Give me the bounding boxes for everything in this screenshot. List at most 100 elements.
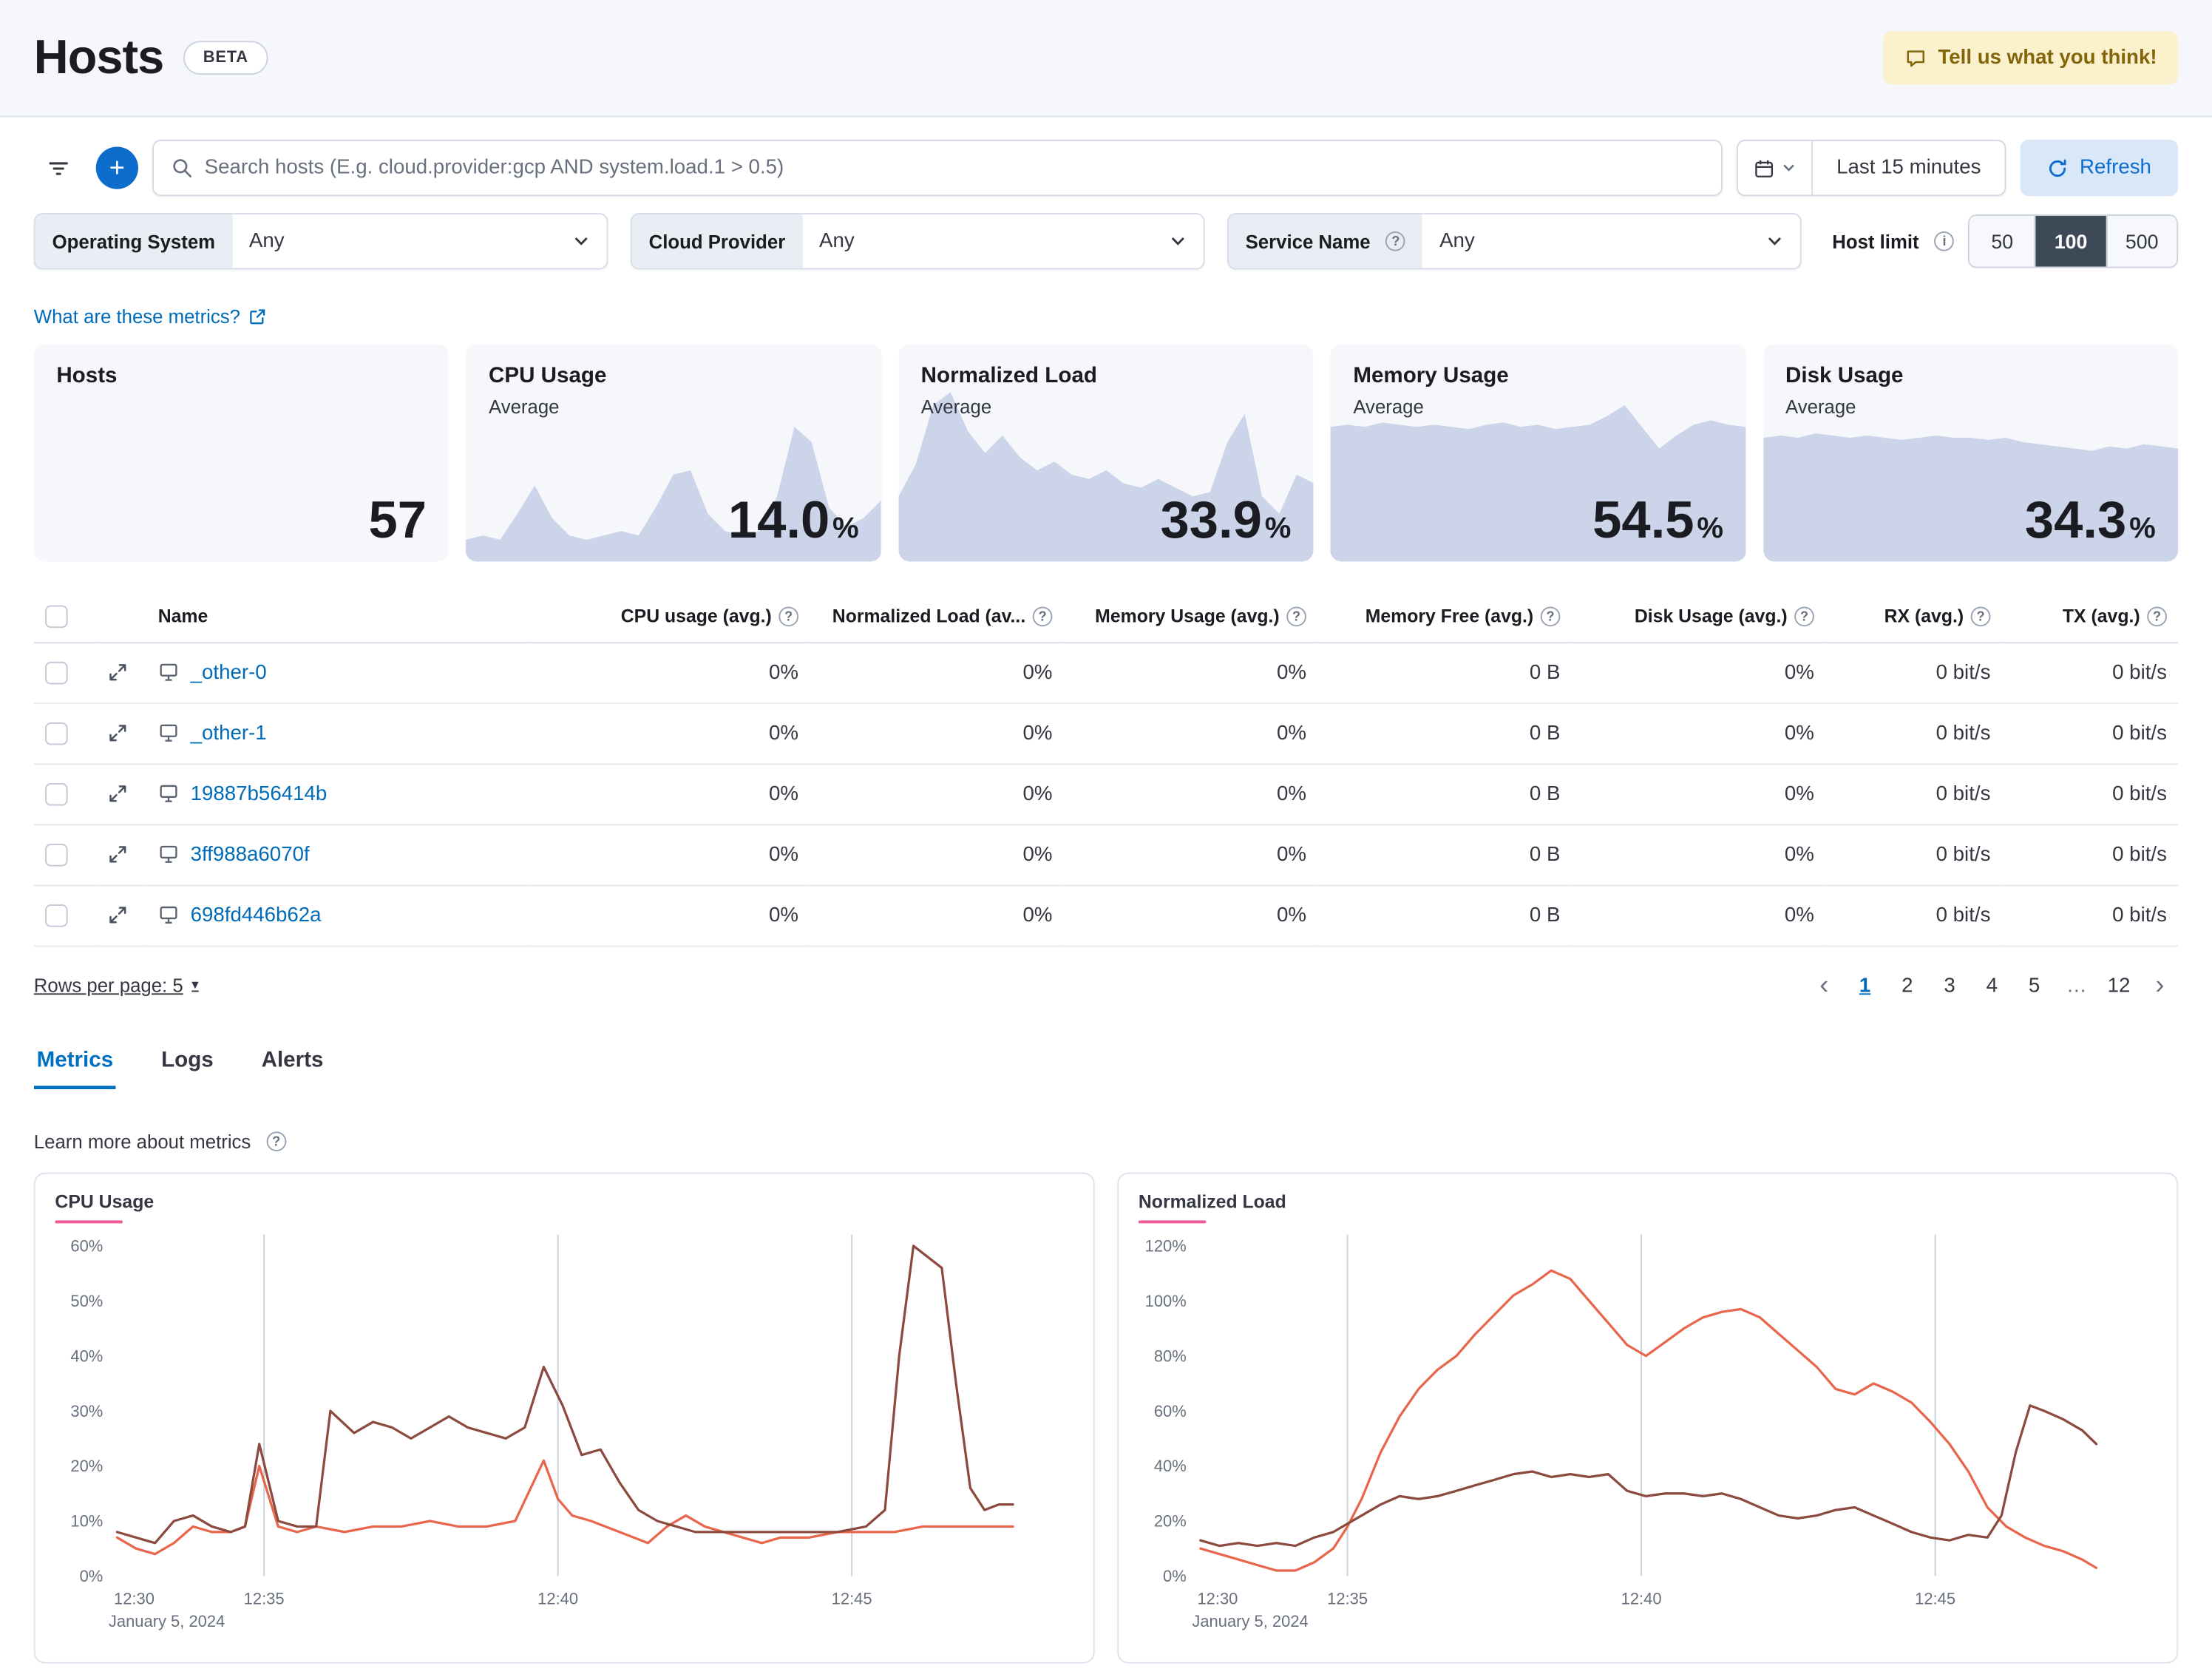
kpi-number: 54.5 [1592,491,1694,550]
next-page-button[interactable]: › [2142,966,2179,1005]
expand-row-button[interactable] [107,904,129,926]
page-header: Hosts BETA Tell us what you think! [0,0,2212,117]
column-header-disk-usage-avg[interactable]: Disk Usage (avg.)? [1572,598,1825,642]
cloud-provider-dropdown[interactable]: Any [802,214,1203,268]
row-checkbox[interactable] [45,904,68,927]
filter-label-text: Service Name [1246,231,1371,252]
calendar-dropdown-button[interactable] [1738,141,1813,195]
column-header-name[interactable]: Name [146,598,527,642]
hosts-table: NameCPU usage (avg.)?Normalized Load (av… [34,598,2178,946]
expand-row-button[interactable] [107,722,129,744]
time-range-button[interactable]: Last 15 minutes [1813,157,2005,180]
row-checkbox[interactable] [45,661,68,684]
expand-cell [96,885,147,946]
add-filter-button[interactable]: + [96,146,138,189]
column-header-normalized-load-av[interactable]: Normalized Load (av...? [810,598,1063,642]
hosts-page: Hosts BETA Tell us what you think! + Las… [0,0,2212,1680]
host-name-link[interactable]: 3ff988a6070f [191,843,310,866]
row-checkbox[interactable] [45,722,68,745]
page-button-12[interactable]: 12 [2099,966,2138,1005]
info-icon: ? [1033,607,1053,627]
metric-value: 0% [1064,885,1317,946]
selected-value: Any [819,230,855,253]
beta-badge: BETA [183,41,268,75]
chart-accent-bar [55,1220,123,1224]
host-limit-option-500[interactable]: 500 [2106,216,2177,267]
row-checkbox[interactable] [45,843,68,866]
tab-alerts[interactable]: Alerts [259,1048,326,1088]
question-icon: ? [266,1131,286,1151]
chevron-down-icon [573,233,590,250]
column-header-cpu-usage-avg[interactable]: CPU usage (avg.)? [528,598,810,642]
host-name-link[interactable]: _other-0 [191,661,267,684]
filter-button[interactable] [34,143,82,194]
expand-row-button[interactable] [107,662,129,683]
pagination-row: Rows per page: 5 ▾ ‹ 12345…12 › [34,966,2178,1005]
y-tick-label: 50% [70,1292,103,1310]
metric-value: 0% [810,885,1063,946]
filters-row: Operating System Any Cloud Provider Any … [34,213,2178,269]
rows-per-page-button[interactable]: Rows per page: 5 ▾ [34,975,199,997]
metric-value: 0% [1572,885,1825,946]
kpi-row: Hosts57CPU UsageAverage14.0%Normalized L… [34,345,2178,562]
kpi-value: 57 [369,491,427,550]
metric-value: 0 bit/s [1825,642,2002,702]
page-button-2[interactable]: 2 [1887,966,1927,1005]
column-header-rx-avg[interactable]: RX (avg.)? [1825,598,2002,642]
x-tick-label: 12:35 [244,1590,285,1608]
caret-down-icon: ▾ [191,978,199,993]
metric-value: 0% [528,763,810,824]
charts-row: CPU Usage 12:3012:3512:4012:45January 5,… [34,1172,2178,1663]
host-name-link[interactable]: _other-1 [191,722,267,745]
host-name-link[interactable]: 19887b56414b [191,782,328,805]
column-header-memory-usage-avg[interactable]: Memory Usage (avg.)? [1064,598,1317,642]
feedback-button[interactable]: Tell us what you think! [1883,31,2178,85]
pagination: ‹ 12345…12 › [1805,966,2178,1005]
host-icon [158,722,180,744]
normalized-load-chart-panel: Normalized Load 12:3012:3512:4012:45Janu… [1117,1172,2178,1663]
chevron-down-icon [1170,233,1187,250]
kpi-unit: % [832,512,859,546]
tab-logs[interactable]: Logs [158,1048,216,1088]
metric-value: 0% [1572,642,1825,702]
metric-value: 0% [1572,824,1825,884]
host-name-link[interactable]: 698fd446b62a [191,904,322,927]
filter-label-text: Cloud Provider [649,231,786,252]
kpi-title: Normalized Load [921,364,1292,389]
page-button-3[interactable]: 3 [1930,966,1969,1005]
row-checkbox[interactable] [45,782,68,805]
kpi-title: Memory Usage [1353,364,1723,389]
column-header-memory-free-avg[interactable]: Memory Free (avg.)? [1317,598,1571,642]
x-tick-label: 12:45 [1915,1590,1955,1608]
host-limit-option-50[interactable]: 50 [1970,216,2035,267]
name-cell: _other-0 [146,642,527,702]
metric-value: 0 B [1317,642,1571,702]
expand-row-button[interactable] [107,783,129,805]
search-input[interactable] [205,157,1704,180]
line-series-series-1 [1201,1270,2097,1571]
kpi-value: 33.9% [1160,491,1291,550]
what-are-these-metrics-link[interactable]: What are these metrics? [34,306,240,328]
tab-metrics[interactable]: Metrics [34,1048,116,1088]
kpi-title: Hosts [56,364,427,389]
refresh-button[interactable]: Refresh [2021,140,2178,196]
select-all-checkbox[interactable] [45,605,68,628]
metric-value: 0 B [1317,824,1571,884]
name-cell: 698fd446b62a [146,885,527,946]
time-picker: Last 15 minutes [1737,140,2006,196]
y-tick-label: 40% [70,1347,103,1365]
host-icon [158,783,180,805]
column-header-tx-avg[interactable]: TX (avg.)? [2002,598,2179,642]
name-cell: 19887b56414b [146,763,527,824]
expand-row-button[interactable] [107,844,129,865]
page-button-4[interactable]: 4 [1972,966,2012,1005]
expand-cell [96,642,147,702]
service-name-dropdown[interactable]: Any [1422,214,1799,268]
prev-page-button[interactable]: ‹ [1805,966,1842,1005]
page-button-1[interactable]: 1 [1845,966,1884,1005]
host-limit-option-100[interactable]: 100 [2035,216,2106,267]
operating-system-dropdown[interactable]: Any [232,214,606,268]
kpi-value: 54.5% [1592,491,1723,550]
page-button-5[interactable]: 5 [2015,966,2054,1005]
expand-icon [107,844,129,865]
